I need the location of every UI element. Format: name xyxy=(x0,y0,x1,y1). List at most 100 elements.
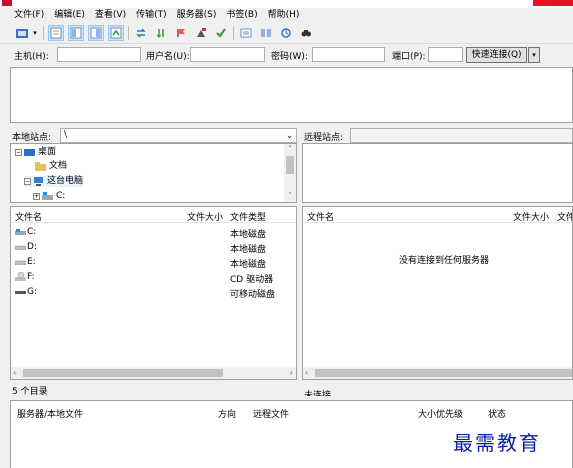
remote-status-text: 未连接 xyxy=(304,391,332,396)
watermark-logo: 最需教育 xyxy=(453,431,541,455)
file-type: 可移动磁盘 xyxy=(230,290,276,300)
host-label: 主机(H): xyxy=(14,52,49,62)
toggle-local-tree-icon[interactable] xyxy=(68,25,84,41)
queue-column-server-local-file[interactable]: 服务器/本地文件 xyxy=(17,407,83,420)
host-input[interactable] xyxy=(57,47,141,62)
username-input[interactable] xyxy=(190,47,265,62)
column-filename[interactable]: 文件名 xyxy=(307,210,334,223)
column-filesize[interactable]: 文件大小 xyxy=(513,210,549,223)
message-log[interactable] xyxy=(10,67,573,123)
remote-file-list[interactable]: 文件名 ˄ 文件大小 文件 没有连接到任何服务器 ‹ xyxy=(302,206,573,380)
menu-view[interactable]: 查看(V) xyxy=(90,8,131,23)
file-row[interactable]: G: 可移动磁盘 xyxy=(11,285,296,300)
file-row[interactable]: F: CD 驱动器 xyxy=(11,270,296,285)
column-filesize[interactable]: 文件大小 xyxy=(187,210,223,223)
remote-status-bar: 未连接 xyxy=(302,381,573,396)
toggle-log-icon[interactable] xyxy=(48,25,64,41)
toolbar-separator xyxy=(128,26,129,40)
menu-bar: 文件(F) 编辑(E) 查看(V) 传输(T) 服务器(S) 书签(B) 帮助(… xyxy=(0,8,573,23)
site-manager-icon[interactable] xyxy=(14,25,30,41)
scroll-down-icon[interactable]: ˅ xyxy=(284,191,296,202)
scroll-left-icon[interactable]: ‹ xyxy=(13,367,16,379)
sync-browse-icon[interactable] xyxy=(278,25,294,41)
tree-item-this-pc[interactable]: − 这台电脑 xyxy=(24,176,84,187)
menu-edit[interactable]: 编辑(E) xyxy=(49,8,90,23)
dropdown-arrow-icon[interactable]: ▾ xyxy=(31,25,39,41)
chevron-down-icon[interactable]: ⌄ xyxy=(286,129,293,142)
menu-help[interactable]: 帮助(H) xyxy=(263,8,305,23)
tree-item-c-drive[interactable]: + C: xyxy=(33,191,65,202)
reconnect-icon[interactable] xyxy=(213,25,229,41)
menu-bookmarks[interactable]: 书签(B) xyxy=(221,8,262,23)
scroll-right-icon[interactable]: › xyxy=(290,367,293,379)
port-input[interactable] xyxy=(428,47,463,62)
scroll-left-icon[interactable]: ‹ xyxy=(305,367,308,379)
cancel-icon[interactable] xyxy=(173,25,189,41)
cd-drive-icon xyxy=(15,272,26,281)
title-bar xyxy=(0,0,573,8)
close-window-button[interactable] xyxy=(533,0,573,6)
scroll-thumb[interactable] xyxy=(23,369,223,377)
local-status-text: 5 个目录 xyxy=(12,387,48,397)
menu-transfer[interactable]: 传输(T) xyxy=(131,8,172,23)
tree-item-label: 文档 xyxy=(49,161,68,171)
remote-horizontal-scrollbar[interactable]: ‹ xyxy=(303,367,572,379)
menu-server[interactable]: 服务器(S) xyxy=(172,8,222,23)
file-name: F: xyxy=(27,272,35,282)
remote-directory-tree[interactable] xyxy=(302,143,573,203)
toggle-remote-tree-icon[interactable] xyxy=(88,25,104,41)
local-site-bar: 本地站点: \ ⌄ xyxy=(10,128,297,143)
quickconnect-dropdown-button[interactable]: ▾ xyxy=(528,47,540,63)
compare-icon[interactable] xyxy=(258,25,274,41)
filter-icon[interactable] xyxy=(238,25,254,41)
file-row[interactable]: C: 本地磁盘 xyxy=(11,225,296,240)
local-path-combo[interactable]: \ ⌄ xyxy=(60,128,297,143)
column-filetype[interactable]: 文件 xyxy=(557,210,572,223)
removable-drive-icon xyxy=(15,290,26,294)
disconnect-icon[interactable] xyxy=(193,25,209,41)
left-margin xyxy=(0,128,10,468)
remote-site-label: 远程站点: xyxy=(304,133,344,143)
queue-column-status[interactable]: 状态 xyxy=(488,407,506,420)
remote-path-combo[interactable] xyxy=(350,128,573,143)
not-connected-message: 没有连接到任何服务器 xyxy=(399,256,490,266)
tree-item-desktop[interactable]: − 桌面 xyxy=(15,147,56,158)
file-name-cell: C: xyxy=(15,227,36,237)
app-icon xyxy=(2,0,12,6)
file-row[interactable]: E: 本地磁盘 xyxy=(11,255,296,270)
queue-column-size[interactable]: 大小 xyxy=(418,407,436,420)
drive-icon xyxy=(15,245,26,250)
scroll-thumb[interactable] xyxy=(315,369,572,377)
scroll-thumb[interactable] xyxy=(286,156,294,174)
queue-column-remote-file[interactable]: 远程文件 xyxy=(253,407,289,420)
scroll-up-icon[interactable]: ˄ xyxy=(284,144,296,155)
local-file-list[interactable]: 文件名 文件大小 文件类型 C: 本地磁盘 D: 本地磁盘 E: 本地磁盘 F:… xyxy=(10,206,297,380)
refresh-icon[interactable] xyxy=(133,25,149,41)
collapse-icon[interactable]: − xyxy=(24,178,31,185)
file-type: CD 驱动器 xyxy=(230,275,274,285)
file-row[interactable]: D: 本地磁盘 xyxy=(11,240,296,255)
tree-item-documents[interactable]: 文档 xyxy=(35,161,67,172)
quickconnect-button[interactable]: 快速连接(Q) xyxy=(466,47,527,63)
collapse-icon[interactable]: − xyxy=(15,149,22,156)
queue-column-priority[interactable]: 优先级 xyxy=(436,407,463,420)
toolbar-separator xyxy=(233,26,234,40)
drive-icon xyxy=(42,192,53,200)
search-icon[interactable] xyxy=(298,25,314,41)
menu-file[interactable]: 文件(F) xyxy=(0,8,49,23)
column-filetype[interactable]: 文件类型 xyxy=(230,210,266,223)
local-site-label: 本地站点: xyxy=(12,133,52,143)
sort-arrow-icon: ˄ xyxy=(398,206,402,213)
local-horizontal-scrollbar[interactable]: ‹ › xyxy=(11,367,296,379)
queue-column-direction[interactable]: 方向 xyxy=(218,407,236,420)
toggle-queue-icon[interactable] xyxy=(108,25,124,41)
expand-icon[interactable]: + xyxy=(33,193,40,200)
username-label: 用户名(U): xyxy=(146,52,190,62)
tree-vertical-scrollbar[interactable]: ˄ ˅ xyxy=(284,144,296,202)
remote-list-header: 文件名 ˄ 文件大小 文件 xyxy=(303,207,572,223)
password-input[interactable] xyxy=(312,47,385,62)
column-filename[interactable]: 文件名 xyxy=(15,210,42,223)
local-list-header: 文件名 文件大小 文件类型 xyxy=(11,207,296,223)
process-queue-icon[interactable] xyxy=(153,25,169,41)
local-directory-tree[interactable]: − 桌面 文档 − 这台电脑 + C: ˄ ˅ xyxy=(10,143,297,203)
